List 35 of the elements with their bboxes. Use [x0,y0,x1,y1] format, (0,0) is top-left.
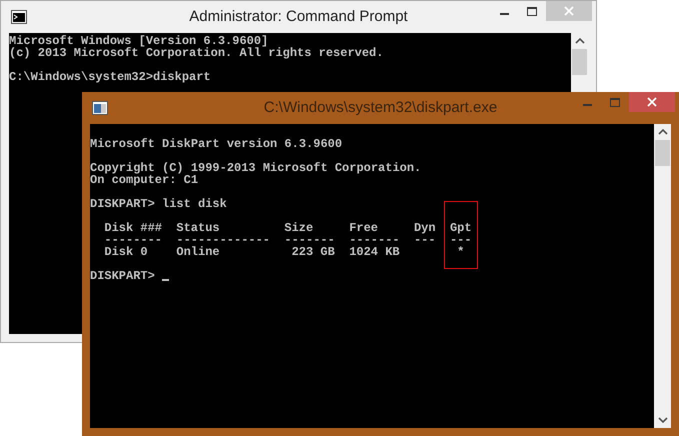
scrollbar[interactable] [654,124,671,428]
console-line: DISKPART> list disk [90,198,227,210]
console-line: (c) 2013 Microsoft Corporation. All rights reserved. [9,47,384,59]
table-cell-text: * [456,246,466,258]
table-cell-text: Online [176,246,221,258]
column-rule: -------- [104,234,162,246]
scroll-thumb[interactable] [572,49,587,75]
scroll-thumb[interactable] [655,140,670,166]
console-icon [11,10,27,24]
column-header: Gpt [450,222,472,234]
console-line: On computer: C1 [90,174,198,186]
table-cell-text: Disk 0 [104,246,149,258]
column-rule: ------- [284,234,335,246]
console-line: Microsoft Windows [Version 6.3.9600] [9,35,268,47]
console-line: Copyright (C) 1999-2013 Microsoft Corporation. [90,162,422,174]
column-header: Size [284,222,314,234]
console-line: Microsoft DiskPart version 6.3.9600 [90,138,342,150]
table-cell-text: 223 GB [290,246,335,258]
column-rule: ------------- [176,234,270,246]
column-header: Free [349,222,379,234]
close-button[interactable] [629,92,675,112]
column-rule: --- [414,234,436,246]
window-title: C:\Windows\system32\diskpart.exe [264,98,498,118]
console-line: C:\Windows\system32>diskpart [9,71,211,83]
console-prompt: DISKPART> [90,270,155,282]
column-header: Dyn [414,222,436,234]
close-icon [564,6,574,16]
window-title: Administrator: Command Prompt [189,6,408,27]
column-rule: ------- [349,234,400,246]
console-icon [92,101,108,115]
column-header: Disk ### [104,222,162,234]
column-header: Status [176,222,221,234]
close-icon [647,97,657,107]
column-rule: --- [450,234,472,246]
table-cell: 1024 KB [349,246,400,258]
